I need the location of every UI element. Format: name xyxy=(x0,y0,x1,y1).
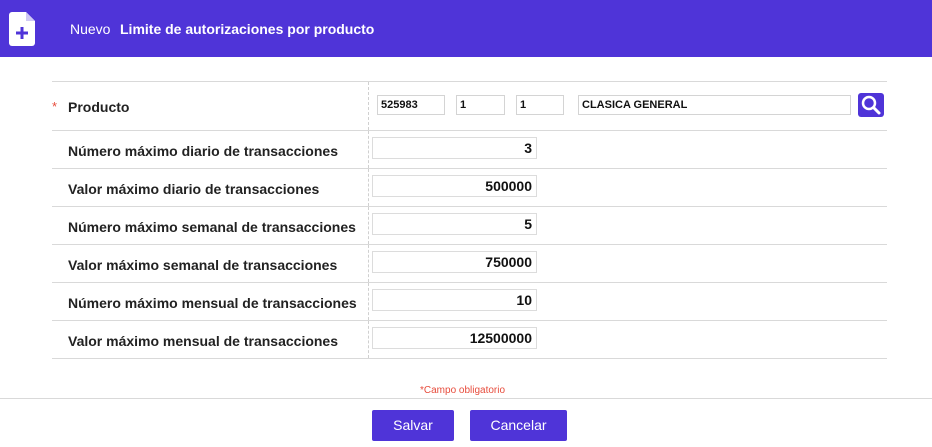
save-button[interactable]: Salvar xyxy=(372,410,454,441)
product-row: * Producto 525983 1 1 CLASICA GENERAL xyxy=(52,81,887,130)
field-label: Valor máximo diario de transacciones xyxy=(68,181,320,197)
footer-divider xyxy=(0,398,932,399)
weekly-count-input[interactable]: 5 xyxy=(372,213,537,235)
monthly-value-input[interactable]: 12500000 xyxy=(372,327,537,349)
column-divider xyxy=(368,321,369,358)
column-divider xyxy=(368,169,369,206)
limit-row-weekly-count: Número máximo semanal de transacciones 5 xyxy=(52,206,887,244)
limit-row-daily-count: Número máximo diario de transacciones 3 xyxy=(52,130,887,168)
column-divider xyxy=(368,245,369,282)
page-title: Limite de autorizaciones por producto xyxy=(120,21,375,37)
limit-row-monthly-value: Valor máximo mensual de transacciones 12… xyxy=(52,320,887,359)
limit-row-weekly-value: Valor máximo semanal de transacciones 75… xyxy=(52,244,887,282)
field-label: Número máximo mensual de transacciones xyxy=(68,295,357,311)
column-divider xyxy=(368,131,369,168)
product-description-input[interactable]: CLASICA GENERAL xyxy=(578,95,851,115)
daily-count-input[interactable]: 3 xyxy=(372,137,537,159)
search-button[interactable] xyxy=(858,93,884,117)
limits-form: * Producto 525983 1 1 CLASICA GENERAL Nú… xyxy=(52,81,887,359)
monthly-count-input[interactable]: 10 xyxy=(372,289,537,311)
column-divider xyxy=(368,207,369,244)
weekly-value-input[interactable]: 750000 xyxy=(372,251,537,273)
column-divider xyxy=(368,283,369,320)
product-label: Producto xyxy=(68,99,130,115)
search-icon xyxy=(861,95,881,115)
product-field-3-input[interactable]: 1 xyxy=(516,95,564,115)
product-code-input[interactable]: 525983 xyxy=(377,95,445,115)
cancel-button[interactable]: Cancelar xyxy=(470,410,567,441)
product-field-2-input[interactable]: 1 xyxy=(456,95,505,115)
field-label: Número máximo semanal de transacciones xyxy=(68,219,356,235)
field-label: Valor máximo semanal de transacciones xyxy=(68,257,338,273)
limit-row-daily-value: Valor máximo diario de transacciones 500… xyxy=(52,168,887,206)
column-divider xyxy=(368,82,369,130)
required-asterisk: * xyxy=(52,99,58,114)
limit-row-monthly-count: Número máximo mensual de transacciones 1… xyxy=(52,282,887,320)
header-bar: Nuevo Limite de autorizaciones por produ… xyxy=(0,0,932,57)
required-field-note: *Campo obligatorio xyxy=(420,385,506,396)
field-label: Número máximo diario de transacciones xyxy=(68,143,338,159)
field-label: Valor máximo mensual de transacciones xyxy=(68,333,339,349)
daily-value-input[interactable]: 500000 xyxy=(372,175,537,197)
document-plus-icon xyxy=(9,12,35,46)
header-subtitle: Nuevo xyxy=(70,21,111,37)
